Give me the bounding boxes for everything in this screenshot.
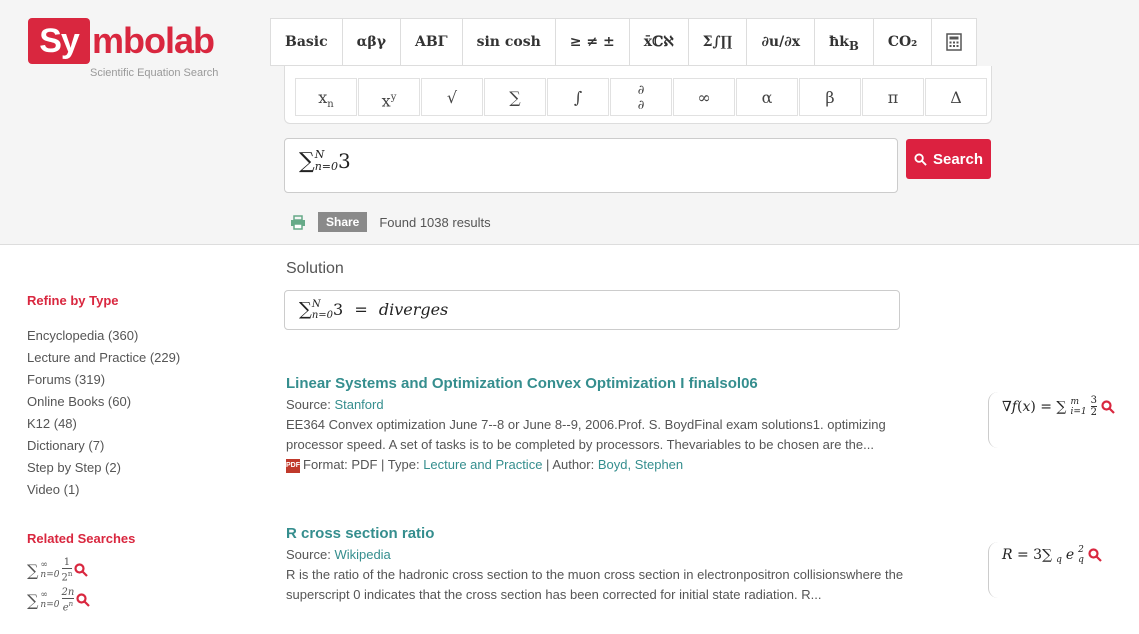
type-filter-list: Encyclopedia (360) Lecture and Practice … bbox=[27, 325, 180, 501]
header-area: Sy mbolab Scientific Equation Search Bas… bbox=[0, 0, 1139, 245]
kbd-tab-basic[interactable]: Basic bbox=[271, 19, 343, 65]
formula-bracket bbox=[988, 392, 1000, 448]
type-filter-dictionary[interactable]: Dictionary (7) bbox=[27, 435, 180, 457]
search-button-label: Search bbox=[932, 150, 984, 168]
keyboard-keys: xn xy √ ∑ ∫ ∂ ∂ ∞ α β π Δ bbox=[295, 78, 988, 116]
type-filter-step-by-step[interactable]: Step by Step (2) bbox=[27, 457, 180, 479]
share-button[interactable]: Share bbox=[318, 212, 368, 232]
kbd-tab-derivatives[interactable]: ∂u/∂x bbox=[747, 19, 816, 65]
kbd-tab-sums-integrals[interactable]: Σ∫∏ bbox=[689, 19, 748, 65]
solution-equals: = bbox=[354, 300, 368, 319]
result-formula[interactable]: R = 3∑ q e 2q bbox=[1002, 545, 1102, 565]
related-search-item[interactable]: ∑ ∞ n=0 1 2n bbox=[27, 555, 90, 585]
result-source-link[interactable]: Stanford bbox=[334, 397, 383, 412]
kbd-tab-sets[interactable]: x̄ℂℵ bbox=[630, 19, 689, 65]
symbolab-logo[interactable]: Sy mbolab Scientific Equation Search bbox=[28, 18, 238, 88]
page: Sy mbolab Scientific Equation Search Bas… bbox=[0, 0, 1139, 634]
result-snippet: EE364 Convex optimization June 7--8 or J… bbox=[286, 417, 886, 452]
search-icon[interactable] bbox=[74, 563, 89, 577]
type-filter-k12[interactable]: K12 (48) bbox=[27, 413, 180, 435]
result-source: Source: Stanford bbox=[286, 397, 384, 412]
kbd-tab-greek-upper[interactable]: ΑΒΓ bbox=[401, 19, 463, 65]
logo-subtitle: Scientific Equation Search bbox=[90, 67, 219, 79]
related-searches: ∑ ∞ n=0 1 2n ∑ ∞ n=0 2n en bbox=[27, 555, 91, 615]
keyboard-panel: xn xy √ ∑ ∫ ∂ ∂ ∞ α β π Δ bbox=[284, 66, 992, 124]
result-meta: PDF Format: PDF | Type: Lecture and Pract… bbox=[286, 457, 684, 473]
kbd-tab-chemistry[interactable]: CO₂ bbox=[874, 19, 933, 65]
result-item: R cross section ratio Source: Wikipedia … bbox=[286, 523, 926, 605]
type-filter-lecture[interactable]: Lecture and Practice (229) bbox=[27, 347, 180, 369]
solution-label: Solution bbox=[286, 260, 344, 277]
result-author-link[interactable]: Boyd, Stephen bbox=[598, 457, 683, 472]
key-sqrt[interactable]: √ bbox=[421, 78, 483, 116]
solution-result: diverges bbox=[378, 300, 449, 319]
result-tools: Share Found 1038 results bbox=[290, 212, 491, 232]
result-type-link[interactable]: Lecture and Practice bbox=[423, 457, 542, 472]
pdf-icon: PDF bbox=[286, 458, 300, 473]
kbd-tab-trig[interactable]: sin cosh bbox=[463, 19, 556, 65]
kbd-tab-physics[interactable]: ħkB bbox=[815, 19, 874, 65]
result-title[interactable]: R cross section ratio bbox=[286, 523, 926, 545]
type-filter-video[interactable]: Video (1) bbox=[27, 479, 180, 501]
key-delta[interactable]: Δ bbox=[925, 78, 987, 116]
key-alpha[interactable]: α bbox=[736, 78, 798, 116]
kbd-tab-relations[interactable]: ≥ ≠ ± bbox=[556, 19, 630, 65]
keyboard-tabs: Basic αβγ ΑΒΓ sin cosh ≥ ≠ ± x̄ℂℵ Σ∫∏ ∂u… bbox=[270, 18, 978, 66]
type-filter-forums[interactable]: Forums (319) bbox=[27, 369, 180, 391]
result-item: Linear Systems and Optimization Convex O… bbox=[286, 373, 926, 475]
key-beta[interactable]: β bbox=[799, 78, 861, 116]
calculator-icon bbox=[946, 33, 963, 51]
result-formula[interactable]: ∇f(x) = ∑ m i=1 32 bbox=[1002, 395, 1115, 418]
solution-box: ∑N n=03 = diverges bbox=[284, 290, 900, 330]
result-source: Source: Wikipedia bbox=[286, 547, 391, 562]
related-search-item[interactable]: ∑ ∞ n=0 2n en bbox=[27, 585, 91, 615]
kbd-tab-greek-lower[interactable]: αβγ bbox=[343, 19, 401, 65]
print-icon[interactable] bbox=[290, 214, 306, 230]
key-subscript[interactable]: xn bbox=[295, 78, 357, 116]
kbd-tab-calculator[interactable] bbox=[932, 19, 976, 65]
search-icon[interactable] bbox=[76, 593, 91, 607]
related-searches-heading: Related Searches bbox=[27, 531, 136, 546]
type-filter-encyclopedia[interactable]: Encyclopedia (360) bbox=[27, 325, 180, 347]
key-pi[interactable]: π bbox=[862, 78, 924, 116]
key-infinity[interactable]: ∞ bbox=[673, 78, 735, 116]
result-source-link[interactable]: Wikipedia bbox=[334, 547, 390, 562]
search-icon[interactable] bbox=[1101, 399, 1115, 414]
key-sum[interactable]: ∑ bbox=[484, 78, 546, 116]
key-partial[interactable]: ∂ ∂ bbox=[610, 78, 672, 116]
result-title[interactable]: Linear Systems and Optimization Convex O… bbox=[286, 373, 926, 395]
search-icon bbox=[914, 152, 927, 166]
search-icon[interactable] bbox=[1088, 548, 1102, 562]
key-integral[interactable]: ∫ bbox=[547, 78, 609, 116]
result-snippet: R is the ratio of the hadronic cross sec… bbox=[286, 567, 904, 602]
refine-by-type-heading: Refine by Type bbox=[27, 293, 119, 308]
results-count: Found 1038 results bbox=[379, 214, 491, 230]
formula-bracket bbox=[988, 542, 1000, 598]
search-input[interactable]: ∑N n=03 bbox=[284, 138, 898, 193]
search-button[interactable]: Search bbox=[906, 139, 991, 179]
logo-mark: Sy bbox=[28, 18, 90, 64]
logo-wordmark: mbolab bbox=[92, 20, 215, 61]
type-filter-online-books[interactable]: Online Books (60) bbox=[27, 391, 180, 413]
key-power[interactable]: xy bbox=[358, 78, 420, 116]
